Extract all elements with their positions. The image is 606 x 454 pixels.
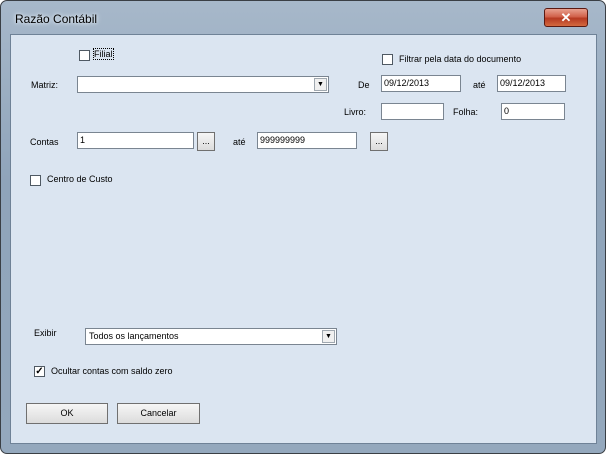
exibir-select[interactable]: Todos os lançamentos ▼ bbox=[85, 328, 337, 345]
cancel-button[interactable]: Cancelar bbox=[117, 403, 200, 424]
contas-ate-browse-button[interactable]: ... bbox=[370, 132, 388, 151]
contas-label: Contas bbox=[30, 137, 59, 147]
filtrar-data-label: Filtrar pela data do documento bbox=[399, 54, 522, 64]
dialog-window: Razão Contábil ✕ Filial Filtrar pela dat… bbox=[0, 0, 606, 454]
chevron-down-icon[interactable]: ▼ bbox=[322, 330, 335, 343]
filial-checkbox[interactable] bbox=[79, 50, 90, 61]
ocultar-checkbox[interactable]: ✓ bbox=[34, 366, 45, 377]
filial-label: Filial bbox=[93, 48, 114, 60]
contas-ate-input[interactable]: 999999999 bbox=[257, 132, 357, 149]
data-de-input[interactable]: 09/12/2013 bbox=[381, 75, 461, 92]
data-ate-input[interactable]: 09/12/2013 bbox=[497, 75, 566, 92]
contas-de-browse-button[interactable]: ... bbox=[197, 132, 215, 151]
close-button[interactable]: ✕ bbox=[544, 8, 588, 27]
livro-input[interactable] bbox=[381, 103, 444, 120]
matriz-select[interactable]: ▼ bbox=[77, 76, 329, 93]
ocultar-label: Ocultar contas com saldo zero bbox=[51, 366, 173, 376]
checkmark-icon: ✓ bbox=[35, 366, 44, 377]
matriz-label: Matriz: bbox=[31, 80, 58, 90]
centro-custo-label: Centro de Custo bbox=[47, 174, 113, 184]
window-title: Razão Contábil bbox=[15, 12, 98, 26]
de-label: De bbox=[358, 80, 370, 90]
chevron-down-icon[interactable]: ▼ bbox=[314, 78, 327, 91]
dialog-body: Filial Filtrar pela data do documento Ma… bbox=[10, 34, 597, 444]
livro-label: Livro: bbox=[344, 107, 367, 117]
contas-ate-label: até bbox=[233, 137, 246, 147]
close-icon: ✕ bbox=[560, 10, 572, 25]
exibir-value: Todos os lançamentos bbox=[89, 331, 179, 341]
centro-custo-checkbox[interactable] bbox=[30, 175, 41, 186]
filtrar-data-checkbox[interactable] bbox=[382, 54, 393, 65]
folha-input[interactable]: 0 bbox=[501, 103, 565, 120]
folha-label: Folha: bbox=[453, 107, 479, 117]
ok-button[interactable]: OK bbox=[26, 403, 108, 424]
exibir-label: Exibir bbox=[34, 328, 57, 338]
data-ate-label: até bbox=[473, 80, 486, 90]
contas-de-input[interactable]: 1 bbox=[77, 132, 194, 149]
